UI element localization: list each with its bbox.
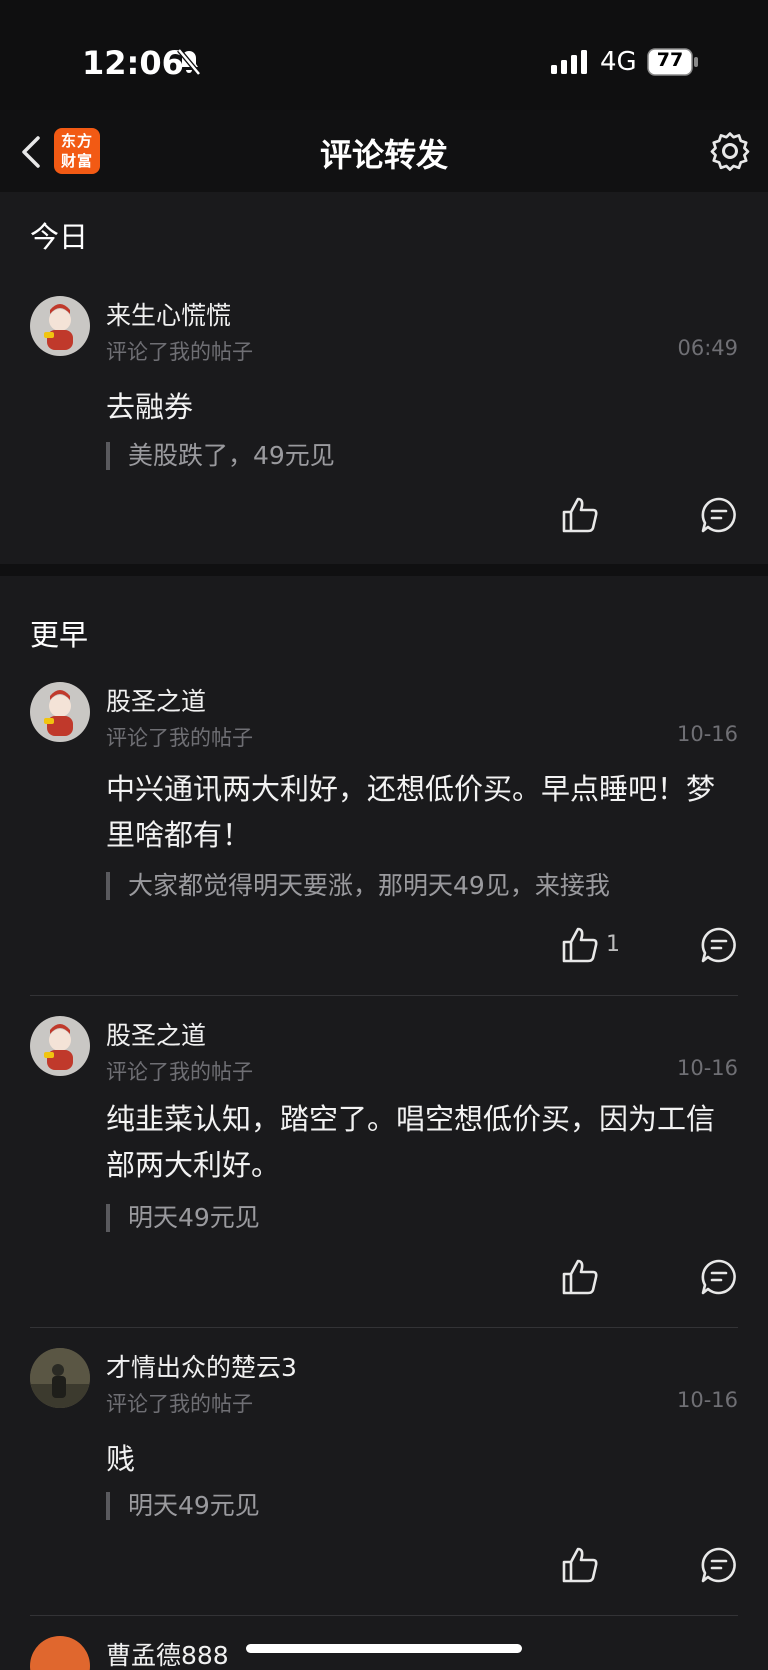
timestamp: 10-16 bbox=[676, 722, 738, 746]
section-gap bbox=[0, 564, 768, 576]
page-title: 评论转发 bbox=[319, 136, 448, 174]
quoted-post[interactable]: 明天49元见 bbox=[106, 1204, 260, 1232]
avatar[interactable] bbox=[30, 1016, 90, 1076]
timestamp: 10-16 bbox=[676, 1056, 738, 1080]
reply-comment-icon[interactable] bbox=[700, 1546, 738, 1584]
like-thumb-icon[interactable] bbox=[561, 1258, 599, 1296]
username[interactable]: 曹孟德888 bbox=[106, 1636, 229, 1670]
like-thumb-icon[interactable] bbox=[561, 496, 599, 534]
quoted-post[interactable]: 大家都觉得明天要涨，那明天49见，来接我 bbox=[106, 872, 610, 900]
action-text: 评论了我的帖子 bbox=[106, 340, 253, 364]
comment-text: 去融券 bbox=[106, 390, 194, 424]
action-text: 评论了我的帖子 bbox=[106, 726, 253, 750]
avatar[interactable] bbox=[30, 1348, 90, 1408]
username[interactable]: 来生心慌慌 bbox=[106, 296, 231, 332]
avatar[interactable] bbox=[30, 296, 90, 356]
home-indicator[interactable] bbox=[246, 1644, 522, 1653]
section-header-today: 今日 bbox=[0, 192, 768, 276]
quoted-post[interactable]: 明天49元见 bbox=[106, 1492, 260, 1520]
section-header-earlier: 更早 bbox=[0, 576, 768, 662]
username[interactable]: 股圣之道 bbox=[106, 682, 206, 718]
reply-comment-icon[interactable] bbox=[700, 1258, 738, 1296]
comment-item[interactable]: 来生心慌慌 评论了我的帖子 06:49 去融券 美股跌了，49元见 bbox=[0, 276, 768, 564]
network-type: 4G bbox=[600, 47, 637, 77]
battery-level: 77 bbox=[656, 49, 684, 71]
comment-item[interactable]: 才情出众的楚云3 评论了我的帖子 10-16 贱 明天49元见 bbox=[0, 1328, 768, 1616]
section-title-today: 今日 bbox=[30, 220, 89, 254]
quoted-post[interactable]: 美股跌了，49元见 bbox=[106, 442, 335, 470]
cell-signal-icon bbox=[551, 50, 587, 74]
like-thumb-icon[interactable] bbox=[561, 926, 599, 964]
status-bar: 12:06 4G 77 bbox=[0, 0, 768, 110]
avatar[interactable] bbox=[30, 1636, 90, 1670]
comment-item[interactable]: 曹孟德888 bbox=[0, 1616, 768, 1670]
username[interactable]: 才情出众的楚云3 bbox=[106, 1348, 297, 1384]
bell-muted-icon bbox=[177, 48, 201, 76]
comment-text: 纯韭菜认知，踏空了。唱空想低价买，因为工信部两大利好。 bbox=[106, 1102, 716, 1182]
comment-item[interactable]: 股圣之道 评论了我的帖子 10-16 中兴通讯两大利好，还想低价买。早点睡吧！梦… bbox=[0, 662, 768, 996]
timestamp: 06:49 bbox=[677, 336, 738, 360]
settings-gear-icon[interactable] bbox=[708, 130, 752, 174]
like-count: 1 bbox=[606, 932, 620, 957]
action-text: 评论了我的帖子 bbox=[106, 1392, 253, 1416]
timestamp: 10-16 bbox=[676, 1388, 738, 1412]
battery-icon: 77 bbox=[647, 48, 699, 76]
reply-comment-icon[interactable] bbox=[700, 926, 738, 964]
like-thumb-icon[interactable] bbox=[561, 1546, 599, 1584]
status-time: 12:06 bbox=[82, 44, 184, 82]
reply-comment-icon[interactable] bbox=[700, 496, 738, 534]
username[interactable]: 股圣之道 bbox=[106, 1016, 206, 1052]
action-text: 评论了我的帖子 bbox=[106, 1060, 253, 1084]
comment-text: 中兴通讯两大利好，还想低价买。早点睡吧！梦里啥都有！ bbox=[106, 772, 716, 852]
comment-text: 贱 bbox=[106, 1442, 136, 1476]
comment-item[interactable]: 股圣之道 评论了我的帖子 10-16 纯韭菜认知，踏空了。唱空想低价买，因为工信… bbox=[0, 996, 768, 1328]
nav-bar: 东方 财富 评论转发 bbox=[0, 110, 768, 192]
avatar[interactable] bbox=[30, 682, 90, 742]
section-title-earlier: 更早 bbox=[30, 618, 89, 652]
